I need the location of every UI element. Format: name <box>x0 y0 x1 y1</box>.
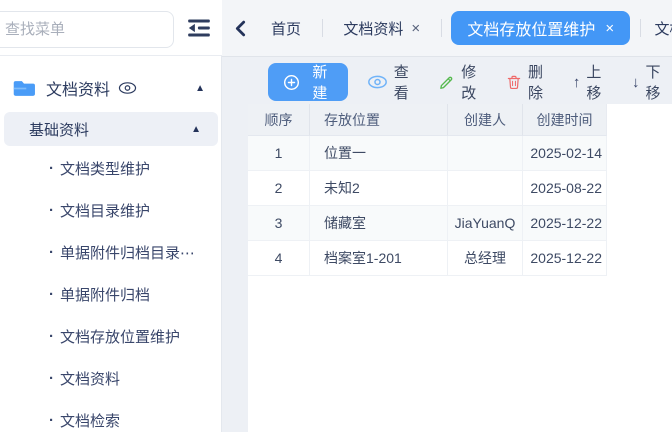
sidebar-item-receipt-attachment-catalog[interactable]: · 单据附件归档目录⋯ <box>0 231 222 273</box>
sidebar-item-receipt-attachment-archive[interactable]: · 单据附件归档 <box>0 273 222 315</box>
tab-label: 文档资料 <box>343 18 403 39</box>
table-row[interactable]: 4 档案室1-201 总经理 2025-12-22 <box>248 241 607 276</box>
delete-button-label: 删除 <box>528 61 554 103</box>
column-header-order: 顺序 <box>248 104 310 136</box>
cell-order: 1 <box>248 136 310 171</box>
sidebar-group-basic-data[interactable]: 基础资料 ▲ <box>4 112 218 146</box>
cell-creator <box>448 136 523 171</box>
cell-creator: JiaYuanQ <box>448 206 523 241</box>
bullet-icon: · <box>49 328 54 345</box>
cell-create-time: 2025-02-14 <box>523 136 607 171</box>
tab-bar: 首页 文档资料 × 文档存放位置维护 × 文档检索 <box>222 0 672 57</box>
fold-menu-icon <box>186 17 212 39</box>
new-button-label: 新建 <box>307 61 333 103</box>
table-row[interactable]: 1 位置一 2025-02-14 <box>248 136 607 171</box>
cell-location: 储藏室 <box>310 206 448 241</box>
arrow-down-icon: ↓ <box>632 74 640 91</box>
move-down-button[interactable]: ↓ 下移 <box>632 61 672 103</box>
view-button[interactable]: 查看 <box>367 61 419 103</box>
column-header-location: 存放位置 <box>310 104 448 136</box>
visibility-eye-icon[interactable] <box>118 81 137 95</box>
move-down-label: 下移 <box>645 61 672 103</box>
sidebar-item-label: 单据附件归档目录⋯ <box>60 242 195 263</box>
cell-create-time: 2025-12-22 <box>523 241 607 276</box>
tab-doc-data[interactable]: 文档资料 × <box>322 18 441 39</box>
pencil-icon <box>438 74 455 91</box>
sidebar-root-label: 文档资料 <box>46 76 110 100</box>
sidebar-search-row <box>0 0 222 56</box>
collapse-triangle-icon[interactable]: ▲ <box>195 83 205 94</box>
cell-location: 位置一 <box>310 136 448 171</box>
eye-icon <box>367 75 388 89</box>
sidebar: 文档资料 ▲ 基础资料 ▲ · 文档类型维护 · 文档目录维护 <box>0 0 222 432</box>
cell-creator <box>448 171 523 206</box>
cell-order: 2 <box>248 171 310 206</box>
move-up-button[interactable]: ↑ 上移 <box>573 61 613 103</box>
cell-order: 4 <box>248 241 310 276</box>
circle-plus-icon <box>283 74 300 91</box>
sidebar-item-label: 文档检索 <box>60 410 120 431</box>
sidebar-item-doc-data[interactable]: · 文档资料 <box>0 357 222 399</box>
sidebar-item-doc-type-maintenance[interactable]: · 文档类型维护 <box>0 147 222 189</box>
arrow-up-icon: ↑ <box>573 74 581 91</box>
delete-button[interactable]: 删除 <box>506 61 554 103</box>
menu-search-input[interactable] <box>0 11 174 48</box>
cell-location: 未知2 <box>310 171 448 206</box>
bullet-icon: · <box>49 244 54 261</box>
toolbar: 新建 查看 <box>268 60 672 104</box>
main-area: 首页 文档资料 × 文档存放位置维护 × 文档检索 <box>222 0 672 432</box>
edit-button[interactable]: 修改 <box>438 61 487 103</box>
content-area: 新建 查看 <box>222 57 672 432</box>
column-header-creator: 创建人 <box>448 104 523 136</box>
cell-order: 3 <box>248 206 310 241</box>
sidebar-fold-button[interactable] <box>184 14 214 42</box>
sidebar-item-label: 文档目录维护 <box>60 200 150 221</box>
trash-icon <box>506 74 522 91</box>
app-window: 文档资料 ▲ 基础资料 ▲ · 文档类型维护 · 文档目录维护 <box>0 0 672 432</box>
bullet-icon: · <box>49 370 54 387</box>
bullet-icon: · <box>49 160 54 177</box>
sidebar-item-label: 文档存放位置维护 <box>60 326 180 347</box>
collapse-triangle-icon[interactable]: ▲ <box>191 124 201 135</box>
tab-close-icon[interactable]: × <box>411 20 420 37</box>
table-row[interactable]: 2 未知2 2025-08-22 <box>248 171 607 206</box>
table-row[interactable]: 3 储藏室 JiaYuanQ 2025-12-22 <box>248 206 607 241</box>
tab-label: 首页 <box>271 18 301 39</box>
sidebar-item-storage-location-maintenance[interactable]: · 文档存放位置维护 <box>0 315 222 357</box>
table-panel: 顺序 存放位置 创建人 创建时间 1 位置一 2025-02-14 2 未知2 … <box>248 104 672 432</box>
cell-create-time: 2025-12-22 <box>523 206 607 241</box>
sidebar-root-doc-data[interactable]: 文档资料 ▲ <box>0 67 222 109</box>
tab-label: 文档存放位置维护 <box>467 16 595 40</box>
sidebar-menu-list: · 文档类型维护 · 文档目录维护 · 单据附件归档目录⋯ · 单据附件归档 ·… <box>0 147 222 432</box>
table-header: 顺序 存放位置 创建人 创建时间 <box>248 104 607 136</box>
bullet-icon: · <box>49 286 54 303</box>
tab-home[interactable]: 首页 <box>250 18 322 39</box>
cell-creator: 总经理 <box>448 241 523 276</box>
sidebar-item-label: 文档资料 <box>60 368 120 389</box>
tabs-scroll-left-icon[interactable] <box>235 17 246 39</box>
folder-icon <box>13 79 36 98</box>
sidebar-item-doc-catalog-maintenance[interactable]: · 文档目录维护 <box>0 189 222 231</box>
tab-close-icon[interactable]: × <box>605 20 614 37</box>
sidebar-item-label: 文档类型维护 <box>60 158 150 179</box>
edit-button-label: 修改 <box>461 61 487 103</box>
move-up-label: 上移 <box>586 61 613 103</box>
cell-create-time: 2025-08-22 <box>523 171 607 206</box>
column-header-create-time: 创建时间 <box>523 104 607 136</box>
tab-storage-location-maintenance-active[interactable]: 文档存放位置维护 × <box>451 11 630 45</box>
bullet-icon: · <box>49 202 54 219</box>
view-button-label: 查看 <box>394 61 419 103</box>
sidebar-item-label: 单据附件归档 <box>60 284 150 305</box>
sidebar-group-label: 基础资料 <box>29 119 89 140</box>
sidebar-item-doc-search[interactable]: · 文档检索 <box>0 399 222 432</box>
new-button[interactable]: 新建 <box>268 63 348 101</box>
bullet-icon: · <box>49 412 54 429</box>
tab-label: 文档检索 <box>654 18 672 39</box>
cell-location: 档案室1-201 <box>310 241 448 276</box>
tab-doc-search[interactable]: 文档检索 <box>640 18 672 39</box>
